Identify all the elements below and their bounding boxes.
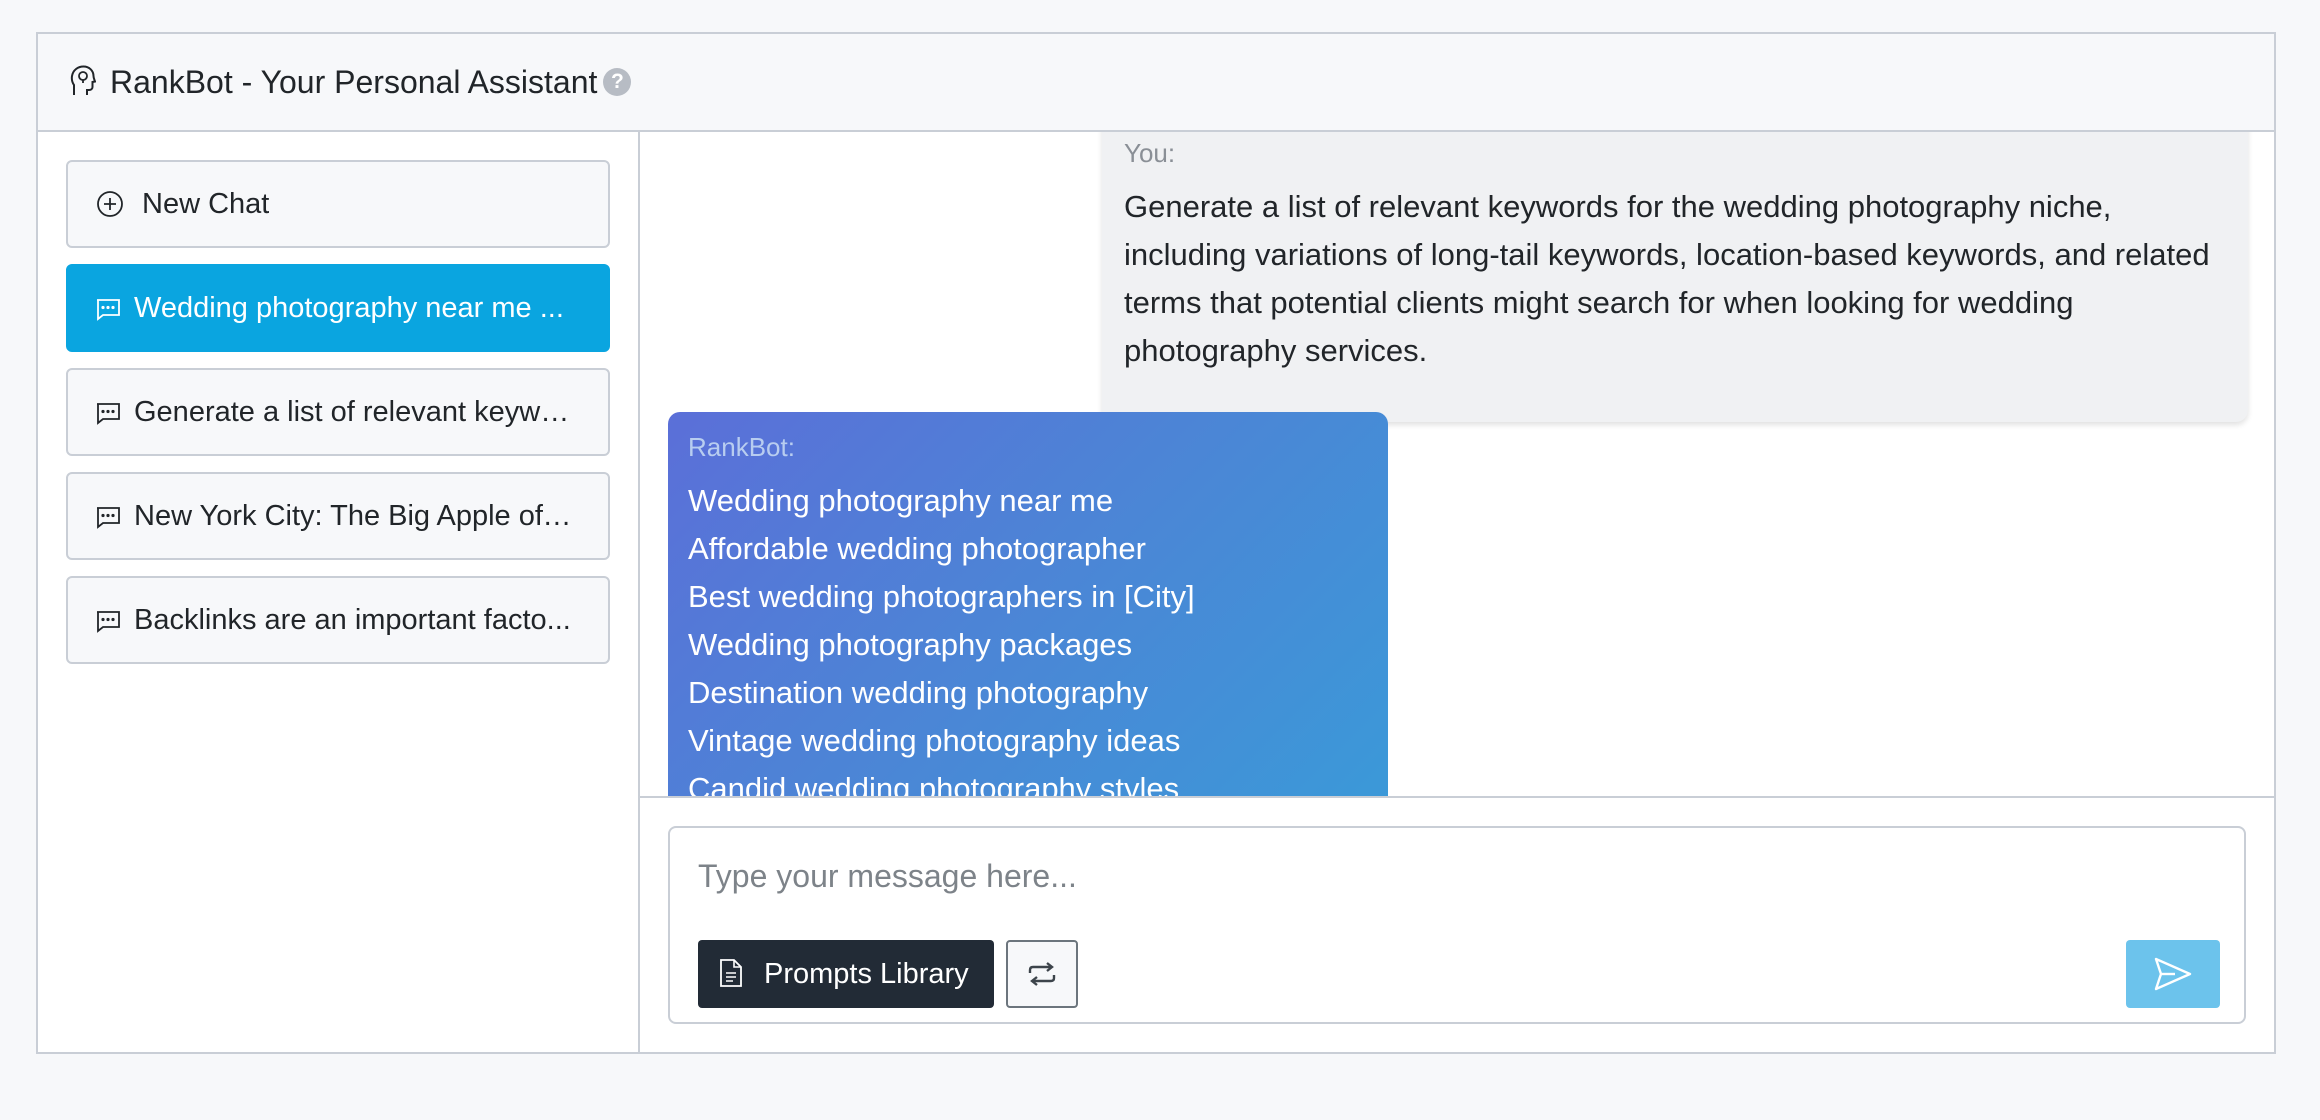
prompts-library-label: Prompts Library [764,957,969,990]
sidebar-chat-item-3[interactable]: Backlinks are an important facto... [66,576,610,664]
message-author: RankBot: [688,432,795,462]
message-input[interactable] [698,858,1998,895]
regenerate-button[interactable] [1006,940,1078,1008]
composer-box: Prompts Library [668,826,2246,1024]
sidebar-chat-item-2[interactable]: New York City: The Big Apple off... [66,472,610,560]
chat-dots-icon [94,502,122,530]
bot-message-line: Wedding photography near me [688,483,1114,518]
sidebar-chat-item-1[interactable]: Generate a list of relevant keywo... [66,368,610,456]
bot-message-line: Vintage wedding photography ideas [688,723,1181,758]
bot-message-line: Wedding photography packages [688,627,1133,662]
help-icon[interactable]: ? [603,68,632,96]
bot-message-line: Destination wedding photography [688,675,1149,710]
repeat-icon [1026,960,1058,988]
prompts-library-button[interactable]: Prompts Library [698,940,994,1008]
head-bulb-icon [70,65,100,99]
chat-dots-icon [94,606,122,634]
sidebar-chat-item-0[interactable]: Wedding photography near me ... [66,264,610,352]
sidebar-chat-item-label: Backlinks are an important facto... [134,603,571,636]
message-text: Generate a list of relevant keywords for… [1124,189,2210,368]
message-author: You: [1124,138,1176,168]
chat-history-sidebar: New Chat Wedding photography near me ... [38,132,640,1052]
send-button[interactable] [2126,940,2220,1008]
send-icon [2153,956,2193,992]
composer-area: Prompts Library [640,796,2274,1052]
new-chat-button[interactable]: New Chat [66,160,610,248]
bot-message: RankBot: Wedding photography near me Aff… [668,412,1388,796]
sidebar-chat-item-label: New York City: The Big Apple off... [134,499,574,532]
chat-dots-icon [94,398,122,426]
sidebar-chat-item-label: Wedding photography near me ... [134,291,564,324]
bot-message-line: Best wedding photographers in [City] [688,579,1195,614]
user-message: You: Generate a list of relevant keyword… [1102,132,2248,422]
chat-card: RankBot - Your Personal Assistant ? New … [36,32,2276,1054]
page-title: RankBot - Your Personal Assistant [110,63,598,100]
file-text-icon [718,958,746,990]
plus-circle-icon [96,190,124,218]
chat-messages-pane[interactable]: You: Generate a list of relevant keyword… [640,132,2274,796]
bot-message-line: Affordable wedding photographer [688,531,1146,566]
chat-dots-icon [94,294,122,322]
bot-message-line: Candid wedding photography styles [688,771,1180,796]
card-header: RankBot - Your Personal Assistant ? [38,34,2274,132]
new-chat-label: New Chat [142,187,270,220]
sidebar-chat-item-label: Generate a list of relevant keywo... [134,395,574,428]
